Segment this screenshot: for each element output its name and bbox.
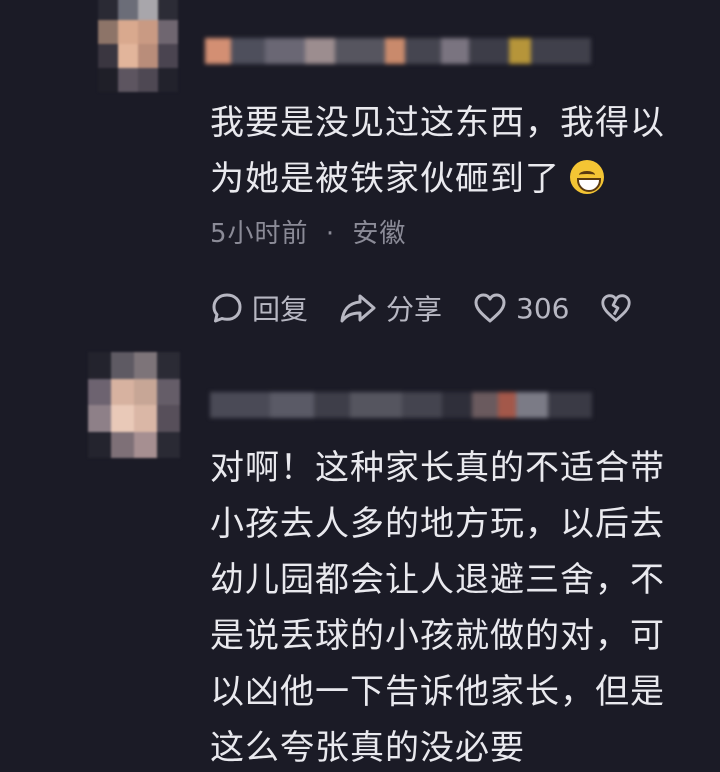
like-count: 306: [516, 291, 570, 325]
comment-line: 对啊！这种家长真的不适合带: [210, 448, 665, 488]
share-arrow-icon: [340, 294, 376, 323]
username-blurred[interactable]: [210, 392, 592, 418]
share-button[interactable]: 分享: [338, 288, 442, 328]
comment-thread: 我要是没见过这东西，我得以 为她是被铁家伙砸到了 5小时前 · 安徽 回复 分享: [0, 0, 720, 772]
comment-line: 幼儿园都会让人退避三舍，不: [210, 560, 665, 600]
meta-separator: ·: [325, 219, 336, 249]
comment-line: 小孩去人多的地方玩，以后去: [210, 504, 665, 544]
avatar[interactable]: [88, 352, 180, 458]
grinning-sweat-emoji-icon: [570, 160, 604, 194]
broken-heart-icon: [601, 294, 632, 322]
comment-location: 安徽: [352, 219, 407, 249]
comment-time: 5小时前: [210, 219, 309, 249]
reply-button[interactable]: 回复: [210, 288, 308, 328]
comment-line: 是说丢球的小孩就做的对，可: [210, 616, 665, 656]
dislike-button[interactable]: [599, 291, 641, 325]
comment-line: 这么夸张真的没必要: [210, 728, 525, 768]
comment-text: 对啊！这种家长真的不适合带 小孩去人多的地方玩，以后去 幼儿园都会让人退避三舍，…: [210, 440, 680, 772]
username-blurred[interactable]: [205, 38, 591, 64]
share-label: 分享: [386, 293, 443, 326]
comment-line: 我要是没见过这东西，我得以: [210, 103, 665, 143]
reply-label: 回复: [252, 293, 309, 326]
comment-item: 对啊！这种家长真的不适合带 小孩去人多的地方玩，以后去 幼儿园都会让人退避三舍，…: [0, 340, 720, 772]
comment-text: 我要是没见过这东西，我得以 为她是被铁家伙砸到了: [210, 95, 680, 207]
comment-line: 为她是被铁家伙砸到了: [210, 159, 560, 199]
heart-icon: [474, 293, 506, 323]
comment-line: 以凶他一下告诉他家长，但是: [210, 672, 665, 712]
avatar[interactable]: [98, 0, 178, 92]
comment-item: 我要是没见过这东西，我得以 为她是被铁家伙砸到了 5小时前 · 安徽 回复 分享: [0, 0, 720, 340]
like-button[interactable]: 306: [472, 291, 569, 325]
comment-actions: 回复 分享 306: [210, 288, 671, 328]
comment-meta: 5小时前 · 安徽: [210, 213, 406, 250]
speech-bubble-icon: [212, 293, 242, 323]
